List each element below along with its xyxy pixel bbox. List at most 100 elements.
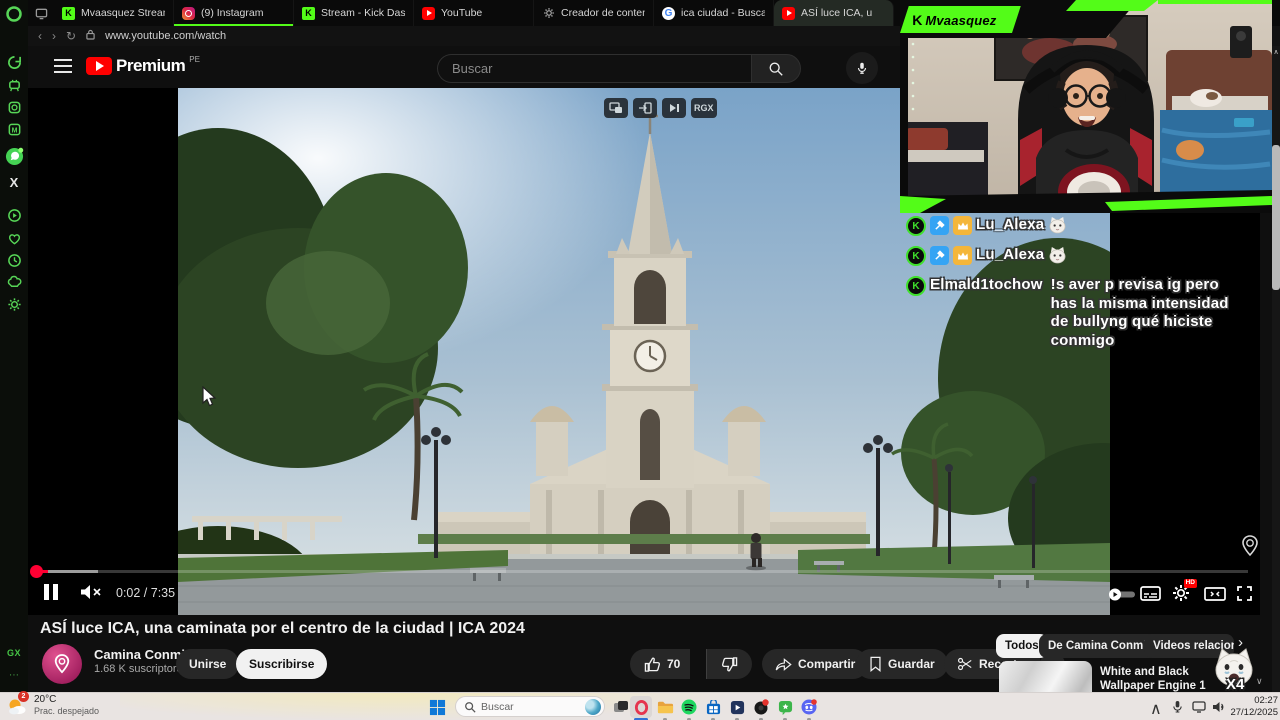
workspace-icon[interactable]: [28, 0, 54, 26]
browser-sidebar: M X GX ⋯: [0, 0, 28, 692]
tray-volume-icon[interactable]: [1212, 700, 1226, 718]
crying-cat-emote-alert: X4: [1210, 648, 1258, 693]
emote-multiplier-badge: X4: [1226, 676, 1245, 693]
share-label: Compartir: [798, 657, 856, 671]
taskbar-spotify-icon[interactable]: [678, 696, 700, 718]
task-view-icon[interactable]: [610, 696, 632, 718]
kick-favicon: K: [62, 6, 75, 20]
browser-scrollbar[interactable]: ∧: [1272, 46, 1280, 692]
white-cat-emote-icon: [1049, 246, 1066, 264]
rgx-booster-button[interactable]: RGX: [691, 98, 717, 118]
taskbar-discord-icon[interactable]: [798, 696, 820, 718]
tab-google-search[interactable]: G ica ciudad - Buscar con G: [654, 0, 774, 26]
tab-asi-luce-ica[interactable]: ASÍ luce ICA, u: [774, 0, 894, 26]
moderator-badge-icon: [930, 216, 949, 235]
reload-icon[interactable]: ↻: [66, 30, 76, 42]
tab-kick-dashboard[interactable]: K Stream - Kick Dashboard: [294, 0, 414, 26]
picture-in-picture-icon[interactable]: [604, 98, 628, 118]
history-icon[interactable]: [4, 250, 24, 270]
kick-badge-icon: K: [906, 276, 926, 296]
video-title: ASÍ luce ICA, una caminata por el centro…: [40, 620, 525, 637]
settings-gear-icon[interactable]: [4, 294, 24, 314]
screen: M X GX ⋯ K Mvaasquez Strea (9) Instagram…: [0, 0, 1280, 720]
time-display: 0:02 / 7:35: [116, 586, 176, 600]
save-button[interactable]: Guardar: [856, 649, 948, 679]
youtube-premium-logo[interactable]: Premium PE: [86, 55, 200, 75]
kick-badge-icon: K: [906, 246, 926, 266]
menu-hamburger-icon[interactable]: [54, 59, 72, 73]
svg-text:M: M: [11, 127, 17, 134]
forward-icon[interactable]: ›: [52, 30, 56, 42]
autoplay-toggle[interactable]: [1108, 588, 1136, 601]
gx-sidebar-footer: GX: [6, 648, 21, 658]
scrollbar-thumb[interactable]: [1272, 145, 1280, 290]
search-box[interactable]: [437, 54, 751, 83]
youtube-favicon: [422, 6, 435, 20]
kick-badge-icon: K: [906, 216, 926, 236]
popout-icon[interactable]: [633, 98, 657, 118]
tab-creador-contenido[interactable]: Creador de contenido Kly: [534, 0, 654, 26]
cinema-mode-icon[interactable]: [1204, 587, 1226, 601]
taskbar-temperature[interactable]: 20°C: [34, 694, 56, 705]
url-text[interactable]: www.youtube.com/watch: [105, 30, 226, 42]
fullscreen-icon[interactable]: [1236, 585, 1253, 602]
tab-youtube[interactable]: YouTube: [414, 0, 534, 26]
start-button[interactable]: [426, 696, 448, 718]
tab-label: Mvaasquez Stream - Watc: [81, 7, 165, 19]
scissors-icon: [958, 657, 972, 671]
join-button[interactable]: Unirse: [176, 649, 240, 679]
channel-watermark-pin-icon[interactable]: [1240, 534, 1260, 563]
channel-avatar[interactable]: [42, 644, 82, 684]
whatsapp-panel-icon[interactable]: [4, 146, 24, 166]
search-button[interactable]: [751, 54, 801, 83]
kick-favicon: K: [302, 6, 315, 20]
bookmarks-heart-icon[interactable]: [4, 228, 24, 248]
like-button[interactable]: 70: [630, 649, 691, 679]
tray-display-icon[interactable]: [1192, 700, 1206, 718]
taskbar-clock[interactable]: 02:27 27/12/2025: [1226, 695, 1278, 719]
sidebar-more-icon[interactable]: ⋯: [0, 670, 28, 681]
volume-muted-icon[interactable]: [80, 584, 102, 600]
save-label: Guardar: [888, 657, 935, 671]
chat-message-text: !s aver p revisa ig pero has la misma in…: [1050, 276, 1229, 349]
like-count: 70: [667, 657, 681, 671]
back-icon[interactable]: ‹: [38, 30, 42, 42]
search-input[interactable]: [452, 61, 722, 76]
taskbar-opera-gx-icon[interactable]: [630, 696, 652, 718]
opera-gx-logo-icon[interactable]: [4, 4, 24, 24]
subtitles-icon[interactable]: [1140, 586, 1161, 601]
share-icon: [775, 657, 792, 671]
taskbar-media-app-icon[interactable]: [726, 696, 748, 718]
share-button[interactable]: Compartir: [762, 649, 869, 679]
instagram-panel-icon[interactable]: [4, 97, 24, 117]
taskbar-recorder-app-icon[interactable]: [750, 696, 772, 718]
next-track-icon[interactable]: [662, 98, 686, 118]
tray-expand-chevron-icon[interactable]: ∧: [1150, 699, 1162, 719]
settings-gear-icon[interactable]: HD: [1172, 579, 1197, 602]
taskbar-search-input[interactable]: [481, 700, 573, 713]
bing-daily-image: [585, 698, 601, 715]
scrollbar-up-arrow-icon[interactable]: ∧: [1272, 48, 1280, 56]
messenger-panel-icon[interactable]: M: [4, 119, 24, 139]
progress-bar[interactable]: [40, 570, 1248, 573]
taskbar-search-box[interactable]: [455, 696, 605, 717]
taskbar-weather-condition[interactable]: Prac. despejado: [34, 706, 99, 716]
dislike-button[interactable]: [706, 649, 752, 679]
tab-mvaasquez-stream[interactable]: K Mvaasquez Stream - Watc: [54, 0, 174, 26]
taskbar-chat-app-icon[interactable]: [774, 696, 796, 718]
x-twitter-panel-icon[interactable]: X: [4, 172, 24, 192]
tray-microphone-icon[interactable]: [1172, 700, 1183, 718]
thumb-down-icon: [721, 656, 738, 671]
speed-dial-icon[interactable]: [4, 52, 24, 72]
taskbar-ms-store-icon[interactable]: [702, 696, 724, 718]
subscribe-button[interactable]: Suscribirse: [236, 649, 328, 679]
taskbar-file-explorer-icon[interactable]: [654, 696, 676, 718]
progress-scrubber[interactable]: [30, 565, 43, 578]
pause-button[interactable]: [44, 584, 58, 600]
player-panel-icon[interactable]: [4, 205, 24, 225]
voice-search-button[interactable]: [846, 52, 878, 84]
gx-cleaner-icon[interactable]: [4, 75, 24, 95]
gx-video-controls: RGX: [604, 98, 717, 118]
gx-corner-icon[interactable]: [4, 272, 24, 292]
tab-instagram[interactable]: (9) Instagram: [174, 0, 294, 26]
